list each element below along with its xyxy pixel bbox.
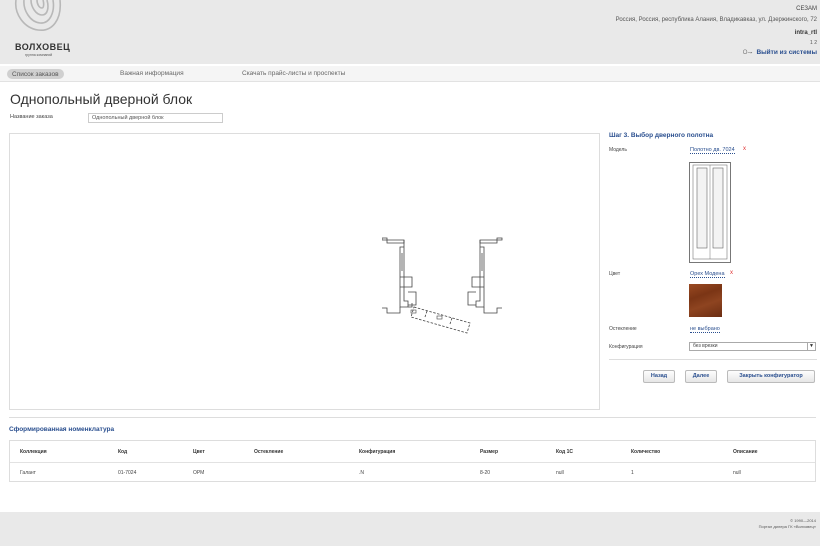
step-title: Шаг 3. Выбор дверного полотна	[609, 132, 714, 139]
glazing-label: Остекление	[609, 326, 637, 332]
column-header: Цвет	[193, 449, 205, 455]
nomenclature-table: Коллекция Код Цвет Остекление Конфигурац…	[9, 440, 816, 482]
model-link[interactable]: Полотно дв. 7024	[690, 147, 735, 154]
remove-model-icon[interactable]: x	[743, 146, 746, 152]
footer: © 1990—2014 Портал дилера ГК «Волховец»	[0, 512, 820, 546]
glazing-link[interactable]: не выбрано	[690, 326, 720, 333]
column-header: Код	[118, 449, 128, 455]
nomenclature-title: Сформированная номенклатура	[9, 426, 115, 433]
configurator-panel: Шаг 3. Выбор дверного полотна Модель Пол…	[609, 130, 819, 390]
table-cell: .N	[359, 470, 364, 476]
main-nav: Список заказов Важная информация Скачать…	[0, 66, 820, 82]
config-select-value: без врезки	[693, 343, 718, 349]
column-header: Конфигурация	[359, 449, 396, 455]
user-login: intra_rtl	[794, 30, 817, 36]
door-canvas[interactable]	[9, 133, 600, 410]
table-header-row: Коллекция Код Цвет Остекление Конфигурац…	[10, 441, 815, 463]
logout-link[interactable]: Выйти из системы	[756, 49, 817, 56]
company-address: Россия, Россия, республика Алания, Влади…	[615, 17, 817, 23]
color-label: Цвет	[609, 271, 621, 277]
user-info: 1 2	[810, 40, 817, 46]
panel-divider	[609, 359, 817, 360]
logo-title: ВОЛХОВЕЦ	[15, 42, 71, 52]
next-button[interactable]: Далее	[685, 370, 717, 383]
back-button[interactable]: Назад	[643, 370, 675, 383]
table-cell: null	[556, 470, 564, 476]
column-header: Описание	[733, 449, 758, 455]
column-header: Коллекция	[20, 449, 47, 455]
color-link[interactable]: Орех Модена	[690, 271, 725, 278]
portal-name: Портал дилера ГК «Волховец»	[758, 524, 816, 529]
order-name-input[interactable]	[88, 113, 223, 123]
header: ВОЛХОВЕЦ группа компаний СЕЗАМ Россия, Р…	[0, 0, 820, 64]
table-cell: 1	[631, 470, 634, 476]
nav-item-orders[interactable]: Список заказов	[7, 69, 64, 79]
color-swatch[interactable]	[689, 284, 722, 317]
column-header: Остекление	[254, 449, 284, 455]
table-cell: 8-20	[480, 470, 491, 476]
close-configurator-button[interactable]: Закрыть конфигуратор	[727, 370, 815, 383]
key-icon: O⇁	[742, 50, 753, 56]
table-row: Галант 01-7024 ОРМ .N 8-20 null 1 null	[10, 463, 815, 481]
nav-item-important-info[interactable]: Важная информация	[120, 70, 184, 77]
chevron-down-icon: ▼	[807, 343, 815, 350]
door-preview-image[interactable]	[689, 162, 731, 263]
table-cell: Галант	[20, 470, 36, 476]
nav-item-download-prices[interactable]: Скачать прайс-листы и проспекты	[242, 70, 345, 77]
logout-row: O⇁ Выйти из системы	[743, 49, 817, 56]
logo-swirl-icon	[14, 0, 62, 31]
page-title: Однопольный дверной блок	[10, 91, 193, 107]
column-header: Количество	[631, 449, 661, 455]
company-name: СЕЗАМ	[796, 6, 817, 12]
model-label: Модель	[609, 147, 627, 153]
remove-color-icon[interactable]: x	[730, 270, 733, 276]
order-name-label: Название заказа	[10, 114, 53, 120]
logo-subtitle: группа компаний	[25, 53, 53, 57]
door-plan-drawing	[382, 237, 503, 334]
section-divider	[9, 417, 816, 418]
config-label: Конфигурация	[609, 344, 643, 350]
config-select[interactable]: без врезки ▼	[689, 342, 816, 351]
column-header: Код 1С	[556, 449, 573, 455]
table-cell: 01-7024	[118, 470, 137, 476]
table-cell: ОРМ	[193, 470, 205, 476]
table-cell: null	[733, 470, 741, 476]
copyright: © 1990—2014	[790, 518, 816, 523]
column-header: Размер	[480, 449, 499, 455]
